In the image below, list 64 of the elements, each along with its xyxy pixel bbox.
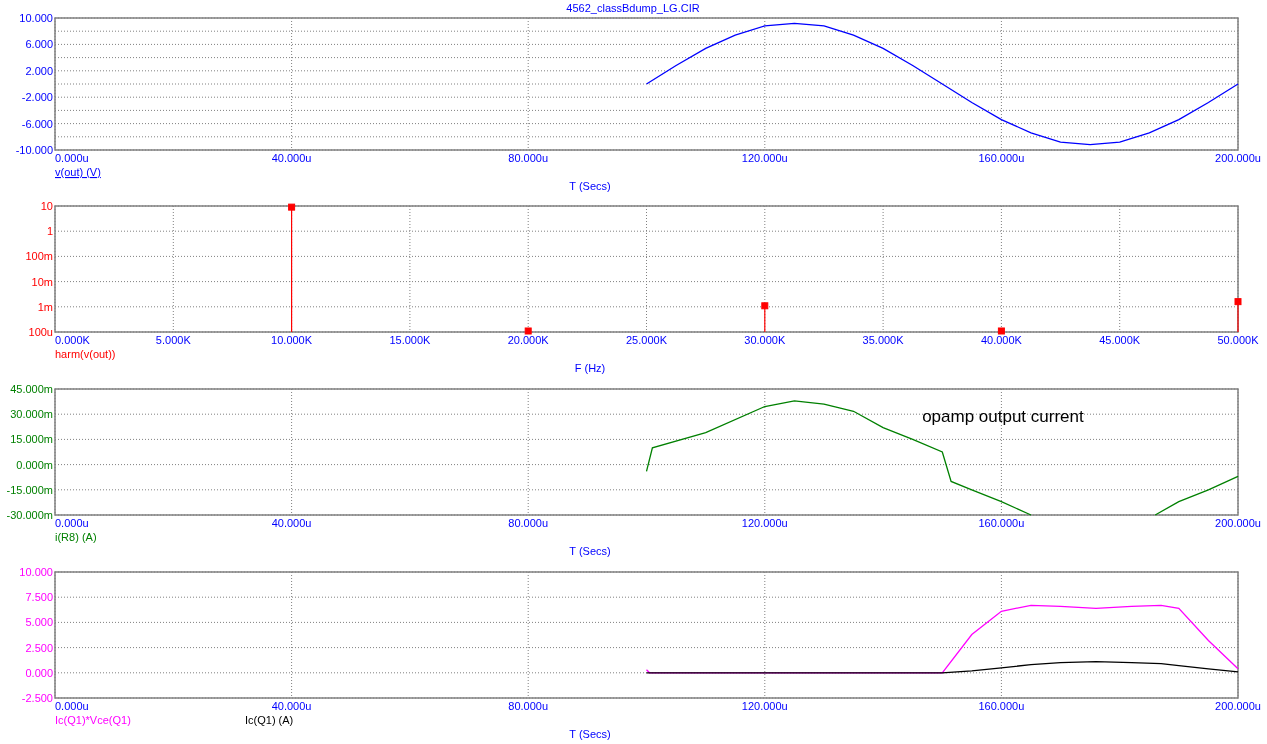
axis-tick-label: 200.000u [1215,517,1261,529]
axis-tick-label: 100u [28,326,53,338]
axis-title: F (Hz) [574,362,606,374]
axis-tick-label: -30.000m [6,509,53,521]
axis-tick-label: 5.000 [25,616,53,629]
axis-tick-label: 10 [40,200,53,212]
axis-tick-label: 30.000K [744,334,786,346]
axis-tick-label: 200.000u [1215,700,1261,712]
axis-tick-label: 15.000m [10,433,53,446]
axis-tick-label: 20.000K [507,334,549,346]
axis-tick-label: 1 [46,225,53,238]
axis-tick-label: 160.000u [978,700,1025,712]
axis-tick-label: 160.000u [978,152,1025,164]
axis-tick-label: 0.000u [55,517,89,529]
axis-tick-label: -6.000 [21,117,53,130]
axis-tick-label: 6.000 [25,38,53,51]
axis-tick-label: 2.000 [25,64,53,77]
axis-title: T (Secs) [569,728,611,740]
axis-tick-label: 200.000u [1215,152,1261,164]
axis-tick-label: 80.000u [508,700,549,712]
axis-tick-label: -10.000 [15,144,53,156]
axis-tick-label: 15.000K [389,334,431,346]
axis-tick-label: 120.000u [741,517,788,529]
axis-tick-label: 25.000K [626,334,667,346]
trace-legend: harm(v(out)) [55,348,116,360]
axis-tick-label: 10.000 [19,566,53,578]
axis-title: T (Secs) [569,545,611,557]
trace-legend: v(out) (V) [55,166,101,178]
axis-tick-label: 0.000u [55,700,89,712]
axis-tick-label: 30.000m [10,408,53,421]
axis-tick-label: 10m [31,275,53,288]
axis-tick-label: 80.000u [508,517,549,529]
chart-title: 4562_classBdump_LG.CIR [566,2,700,14]
axis-tick-label: 10.000 [19,12,53,24]
axis-tick-label: 40.000u [271,517,312,529]
axis-tick-label: 1m [37,300,53,313]
axis-tick-label: 40.000u [271,152,312,164]
axis-tick-label: -2.000 [21,91,53,104]
axis-tick-label: 0.000 [25,666,53,679]
axis-tick-label: 120.000u [741,700,788,712]
axis-tick-label: 50.000K [1217,334,1259,346]
axis-title: T (Secs) [569,180,611,192]
axis-tick-label: 80.000u [508,152,549,164]
axis-tick-label: 40.000u [271,700,312,712]
axis-tick-label: 0.000m [16,458,53,471]
axis-tick-label: 35.000K [862,334,904,346]
axis-tick-label: -15.000m [6,483,53,496]
axis-tick-label: 10.000K [271,334,313,346]
axis-tick-label: 0.000K [55,334,90,346]
trace-legend: Ic(Q1) (A) [245,714,294,726]
axis-tick-label: 5.000K [155,334,191,346]
axis-tick-label: 40.000K [980,334,1022,346]
axis-tick-label: 2.500 [25,641,53,654]
axis-tick-label: 45.000K [1099,334,1141,346]
axis-tick-label: -2.500 [21,692,53,704]
axis-tick-label: 100m [25,250,53,263]
trace-legend: i(R8) (A) [55,531,97,543]
axis-tick-label: 120.000u [741,152,788,164]
axis-tick-label: 160.000u [978,517,1025,529]
annotation-text: opamp output current [922,406,1084,426]
axis-tick-label: 45.000m [10,383,53,395]
axis-tick-label: 0.000u [55,152,89,164]
trace-legend: Ic(Q1)*Vce(Q1) [55,714,131,726]
axis-tick-label: 7.500 [25,591,53,604]
